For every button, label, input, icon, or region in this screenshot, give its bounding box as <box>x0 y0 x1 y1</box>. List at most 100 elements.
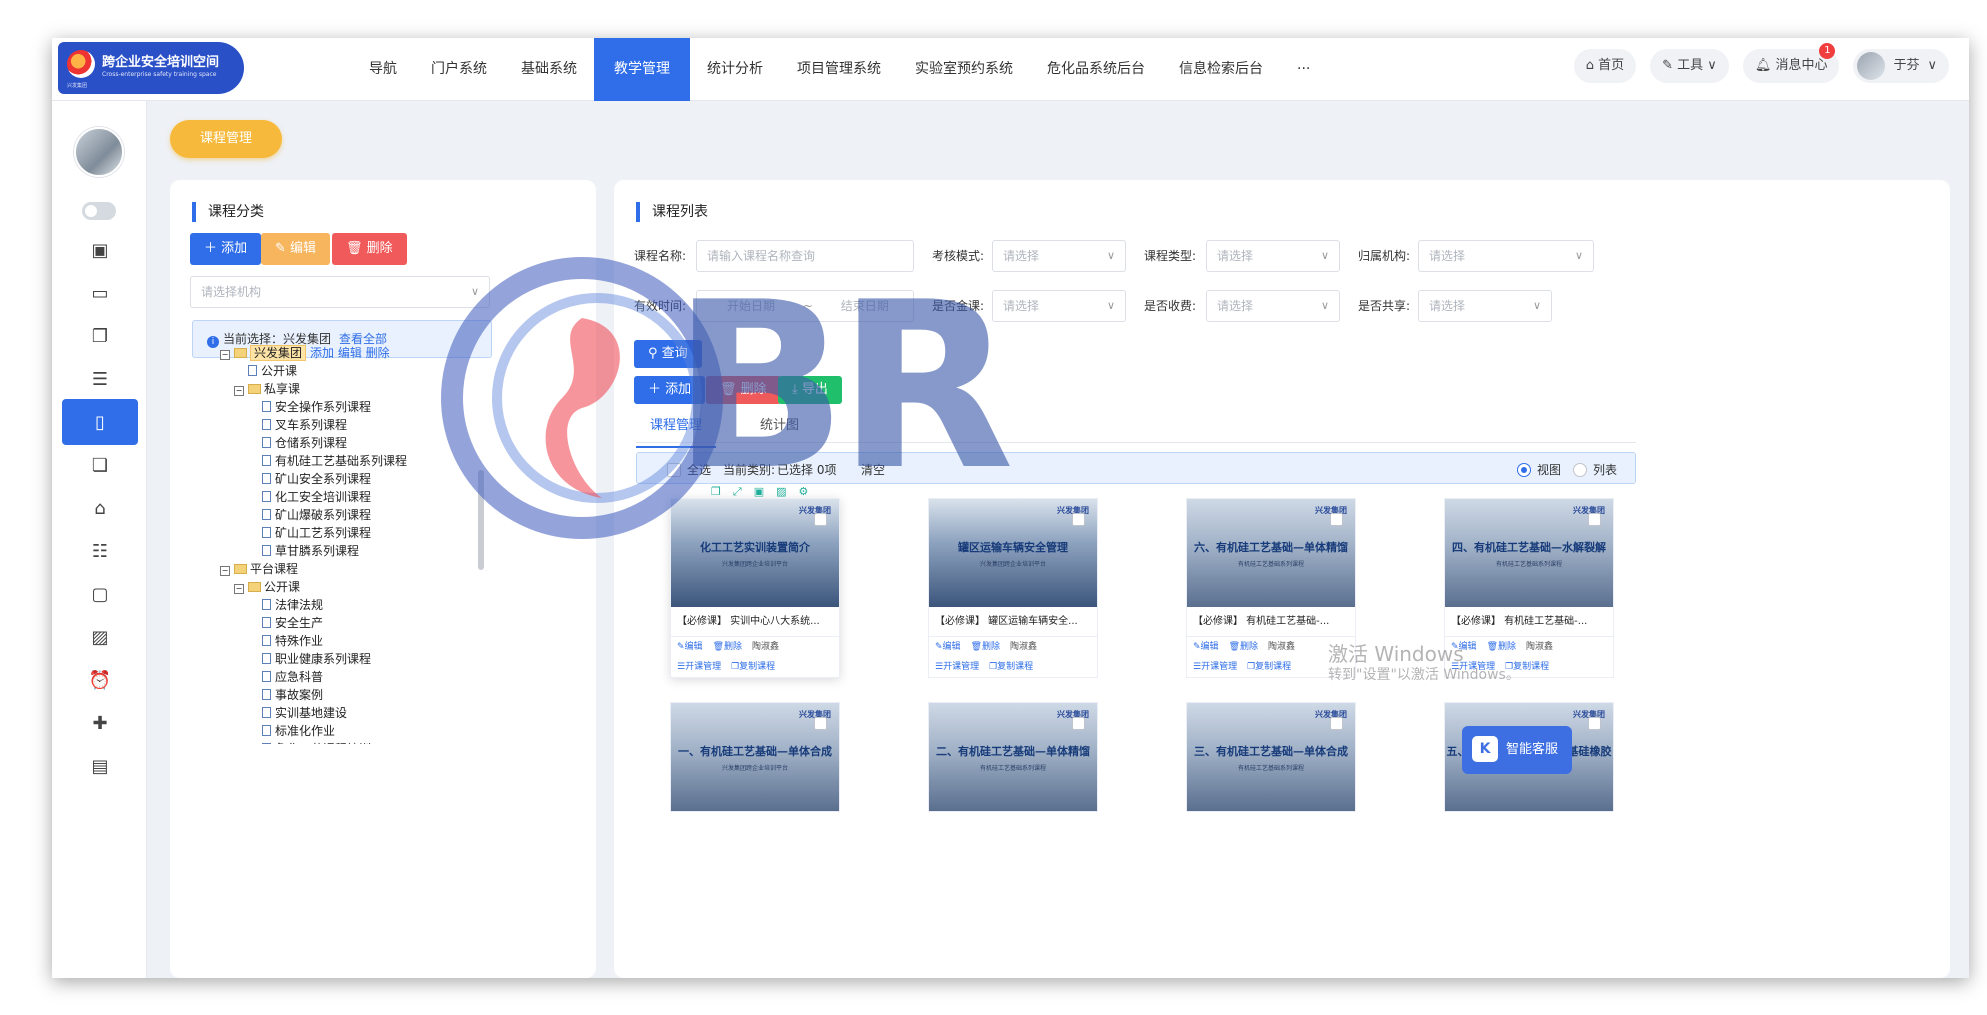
course-card[interactable]: 兴发集团 三、有机硅工艺基础—单体合成 有机硅工艺基础系列课程 <box>1186 702 1356 812</box>
owner-org-select[interactable]: 请选择 ∨ <box>1418 240 1594 272</box>
tree-node-actions[interactable]: 添加 编辑 删除 <box>310 346 390 360</box>
delete-course-link[interactable]: 🗑︎删除 <box>1229 642 1258 652</box>
tree-node[interactable]: 矿山安全系列课程 <box>220 470 480 488</box>
org-select[interactable]: 请选择机构 ∨ <box>190 276 490 308</box>
course-thumbnail[interactable]: 兴发集团 四、有机硅工艺基础—水解裂解 有机硅工艺基础系列课程 <box>1445 499 1613 607</box>
card-checkbox[interactable] <box>1588 717 1601 730</box>
edit-category-button[interactable]: ✎ 编辑 <box>261 233 331 265</box>
tree-node[interactable]: 应急科普 <box>220 668 480 686</box>
course-card[interactable]: 兴发集团 二、有机硅工艺基础—单体精馏 有机硅工艺基础系列课程 <box>928 702 1098 812</box>
course-card[interactable]: 兴发集团 罐区运输车辆安全管理 兴发集团跨企业培训平台 【必修课】 罐区运输车辆安全.… <box>928 498 1098 678</box>
edit-course-link[interactable]: ✎编辑 <box>935 642 961 652</box>
rail-item-6[interactable]: ⌂ <box>62 485 138 531</box>
tree-scrollbar[interactable] <box>478 470 484 570</box>
course-name[interactable]: 【必修课】 罐区运输车辆安全... <box>929 607 1097 637</box>
nav-item-2[interactable]: 基础系统 <box>504 38 594 101</box>
course-thumbnail[interactable]: 兴发集团 二、有机硅工艺基础—单体精馏 有机硅工艺基础系列课程 <box>929 703 1097 811</box>
tree-node[interactable]: 仓储系列课程 <box>220 434 480 452</box>
nav-item-5[interactable]: 项目管理系统 <box>780 38 898 101</box>
course-thumbnail[interactable]: 兴发集团 一、有机硅工艺基础—单体合成 兴发集团跨企业培训平台 <box>671 703 839 811</box>
tree-node[interactable]: 公开课 <box>220 362 480 380</box>
card-checkbox[interactable] <box>814 717 827 730</box>
tree-node[interactable]: 矿山爆破系列课程 <box>220 506 480 524</box>
tree-node[interactable]: 实训基地建设 <box>220 704 480 722</box>
course-name[interactable]: 【必修课】 有机硅工艺基础-... <box>1187 607 1355 637</box>
rail-avatar[interactable] <box>74 127 124 177</box>
shared-select[interactable]: 请选择 ∨ <box>1418 290 1552 322</box>
tree-node[interactable]: − 平台课程 <box>220 560 480 578</box>
tree-toggle-icon[interactable]: − <box>234 386 244 396</box>
tree-toggle-icon[interactable]: − <box>220 566 230 576</box>
nav-item-3[interactable]: 教学管理 <box>594 38 690 101</box>
nav-item-4[interactable]: 统计分析 <box>690 38 780 101</box>
tree-toggle-icon[interactable]: − <box>234 584 244 594</box>
card-checkbox[interactable] <box>1330 513 1343 526</box>
delete-category-button[interactable]: 🗑︎ 删除 <box>332 233 407 265</box>
card-checkbox[interactable] <box>1072 717 1085 730</box>
rail-item-7[interactable]: ☷ <box>62 528 138 574</box>
tools-dropdown[interactable]: ✎ 工具 ∨ <box>1650 49 1729 83</box>
card-checkbox[interactable] <box>1330 717 1343 730</box>
rail-item-2[interactable]: ❐ <box>62 313 138 359</box>
nav-item-8[interactable]: 信息检索后台 <box>1162 38 1280 101</box>
nav-item-0[interactable]: 导航 <box>352 38 414 101</box>
course-card[interactable]: 兴发集团 化工工艺实训装置简介 兴发集团跨企业培训平台 【必修课】 实训中心八大系统.… <box>670 485 840 678</box>
tree-node[interactable]: 有机硅工艺基础系列课程 <box>220 452 480 470</box>
delete-course-link[interactable]: 🗑︎删除 <box>713 642 742 652</box>
gold-course-select[interactable]: 请选择 ∨ <box>992 290 1126 322</box>
tree-node[interactable]: 叉车系列课程 <box>220 416 480 434</box>
view-list-radio[interactable]: 列表 <box>1573 461 1617 478</box>
card-checkbox[interactable] <box>1588 513 1601 526</box>
tree-node[interactable]: 化工安全培训课程 <box>220 488 480 506</box>
tree-node[interactable]: − 兴发集团 添加 编辑 删除 <box>220 344 480 362</box>
course-name[interactable]: 【必修课】 有机硅工艺基础-... <box>1445 607 1613 637</box>
edit-course-link[interactable]: ✎编辑 <box>1193 642 1219 652</box>
tree-node[interactable]: − 私享课 <box>220 380 480 398</box>
open-course-link[interactable]: ☰开课管理 <box>935 662 979 672</box>
open-course-link[interactable]: ☰开课管理 <box>1193 662 1237 672</box>
course-card[interactable]: 兴发集团 四、有机硅工艺基础—水解裂解 有机硅工艺基础系列课程 【必修课】 有机硅工艺… <box>1444 498 1614 678</box>
add-category-button[interactable]: ＋ 添加 <box>190 233 262 265</box>
message-center-button[interactable]: 🔔︎ 消息中心 1 <box>1742 43 1840 83</box>
rail-toggle-switch[interactable] <box>82 202 116 220</box>
assess-mode-select[interactable]: 请选择 ∨ <box>992 240 1126 272</box>
rail-item-8[interactable]: ▢ <box>62 571 138 617</box>
breadcrumb-tag[interactable]: 课程管理 <box>170 120 282 158</box>
nav-item-6[interactable]: 实验室预约系统 <box>898 38 1030 101</box>
copy-course-link[interactable]: ❐复制课程 <box>989 662 1033 672</box>
nav-item-9[interactable]: ··· <box>1280 38 1327 101</box>
tree-node[interactable]: 法律法规 <box>220 596 480 614</box>
tree-node[interactable]: 安全操作系列课程 <box>220 398 480 416</box>
user-menu[interactable]: 于芬 ∨ <box>1853 49 1949 83</box>
rail-item-4[interactable]: ▯ <box>62 399 138 445</box>
tree-node[interactable]: 事故案例 <box>220 686 480 704</box>
rail-item-10[interactable]: ⏰ <box>62 657 138 703</box>
rail-item-1[interactable]: ▭ <box>62 270 138 316</box>
tree-node[interactable]: 职业健康系列课程 <box>220 650 480 668</box>
tree-node[interactable]: 特殊作业 <box>220 632 480 650</box>
course-card[interactable]: 兴发集团 一、有机硅工艺基础—单体合成 兴发集团跨企业培训平台 <box>670 702 840 812</box>
course-thumbnail[interactable]: 兴发集团 六、有机硅工艺基础—单体精馏 有机硅工艺基础系列课程 <box>1187 499 1355 607</box>
tree-node[interactable]: 草甘膦系列课程 <box>220 542 480 560</box>
smart-service-button[interactable]: K 智能客服 <box>1462 726 1572 774</box>
course-thumbnail[interactable]: 兴发集团 三、有机硅工艺基础—单体合成 有机硅工艺基础系列课程 <box>1187 703 1355 811</box>
nav-item-7[interactable]: 危化品系统后台 <box>1030 38 1162 101</box>
rail-item-5[interactable]: ❏ <box>62 442 138 488</box>
course-name[interactable]: 【必修课】 实训中心八大系统... <box>671 607 839 637</box>
rail-item-3[interactable]: ☰ <box>62 356 138 402</box>
tree-node[interactable]: − 公开课 <box>220 578 480 596</box>
rail-item-9[interactable]: ▨ <box>62 614 138 660</box>
home-button[interactable]: ⌂ 首页 <box>1573 49 1637 83</box>
card-checkbox[interactable] <box>1072 513 1085 526</box>
rail-item-12[interactable]: ▤ <box>62 743 138 789</box>
app-logo[interactable]: 跨企业安全培训空间 Cross-enterprise safety traini… <box>58 42 244 94</box>
fee-select[interactable]: 请选择 ∨ <box>1206 290 1340 322</box>
tree-node[interactable]: 安全生产 <box>220 614 480 632</box>
nav-item-1[interactable]: 门户系统 <box>414 38 504 101</box>
course-type-select[interactable]: 请选择 ∨ <box>1206 240 1340 272</box>
copy-course-link[interactable]: ❐复制课程 <box>731 662 775 672</box>
tree-node[interactable]: 矿山工艺系列课程 <box>220 524 480 542</box>
copy-course-link[interactable]: ❐复制课程 <box>1247 662 1291 672</box>
tree-node[interactable]: 标准化作业 <box>220 722 480 740</box>
delete-course-link[interactable]: 🗑︎删除 <box>971 642 1000 652</box>
